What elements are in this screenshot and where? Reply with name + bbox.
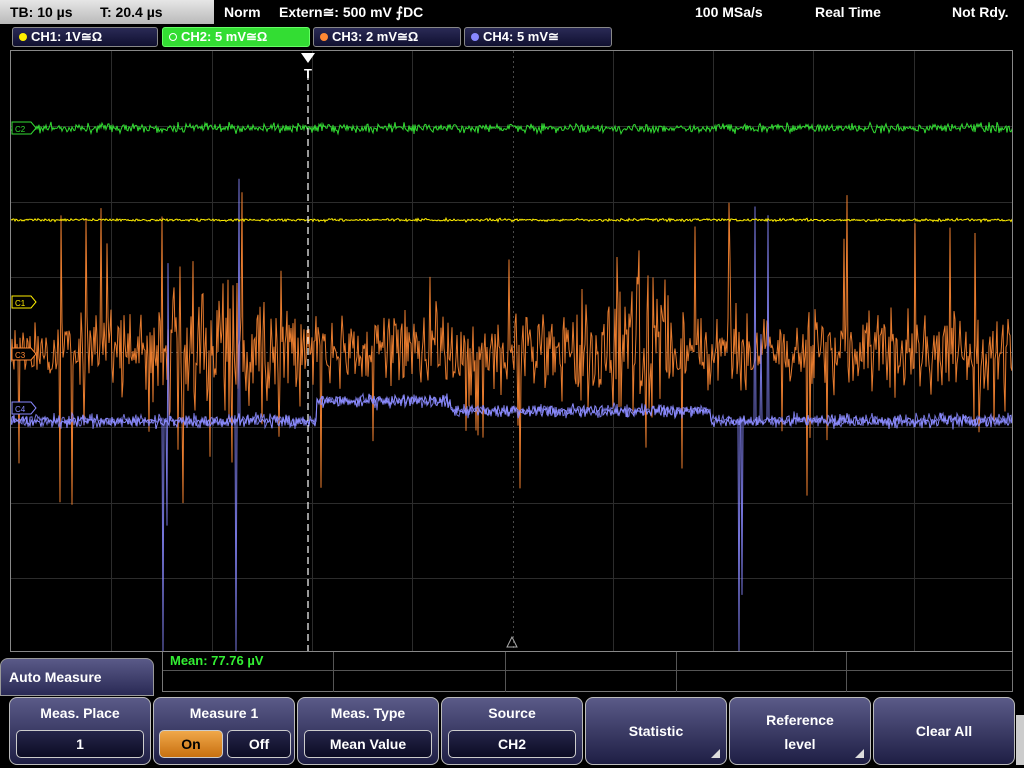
statistic-label: Statistic [628,723,684,739]
submenu-arrow-icon [855,749,864,758]
acquisition-mode: Real Time [815,4,881,20]
timebase-label: TB: 10 µs [10,4,73,20]
clear-all-softkey[interactable]: Clear All [873,697,1015,765]
meas-type-value[interactable]: Mean Value [304,730,432,758]
sample-rate: 100 MSa/s [695,4,763,20]
ch1-waveform [11,216,1012,224]
ch4-offset-marker[interactable]: C4 [11,401,37,415]
meas-type-label: Meas. Type [330,705,406,721]
source-label: Source [488,705,536,721]
trigger-source: Extern≅: 500 mV ⨍DC [279,4,424,20]
horizontal-center-marker [506,635,518,648]
reference-level-label-2: level [784,736,816,752]
waveform-display[interactable]: T C2 C1 C3 C4 [10,50,1013,652]
tab-ch3-label: CH3: 2 mV≅Ω [332,29,419,44]
ch1-offset-marker[interactable]: C1 [11,295,37,309]
timebase-box[interactable]: TB: 10 µs T: 20.4 µs [0,0,214,24]
trigger-mode: Norm [224,4,261,20]
svg-text:C1: C1 [15,299,26,308]
channel-dot-icon [19,33,27,41]
svg-text:T: T [304,66,312,81]
channel-dot-icon [169,33,177,41]
tab-ch2[interactable]: CH2: 5 mV≅Ω [162,27,310,47]
reference-level-softkey[interactable]: Reference level [729,697,871,765]
menu-title: Auto Measure [0,658,154,696]
clear-all-label: Clear All [915,723,973,739]
channel-dot-icon [320,33,328,41]
side-panel-edge [1016,715,1024,765]
measurement-results: Mean: 77.76 µV [162,652,1013,692]
meas-type-softkey[interactable]: Meas. Type Mean Value [297,697,439,765]
channel-dot-icon [471,33,479,41]
acquisition-state: Not Rdy. [952,4,1009,20]
tab-ch4[interactable]: CH4: 5 mV≅ [464,27,612,47]
tab-ch4-label: CH4: 5 mV≅ [483,29,559,44]
svg-text:C3: C3 [15,351,26,360]
source-softkey[interactable]: Source CH2 [441,697,583,765]
submenu-arrow-icon [711,749,720,758]
measure1-off-button[interactable]: Off [227,730,291,758]
status-bar: TB: 10 µs T: 20.4 µs Norm Extern≅: 500 m… [0,0,1024,24]
meas-place-value[interactable]: 1 [16,730,144,758]
reference-level-label-1: Reference [766,712,834,728]
tab-ch1[interactable]: CH1: 1V≅Ω [12,27,158,47]
ch2-waveform [11,121,1012,136]
measure1-on-button[interactable]: On [159,730,223,758]
waveform-canvas: T C2 C1 C3 C4 [11,51,1012,651]
mean-measurement: Mean: 77.76 µV [170,653,264,668]
meas-place-label: Meas. Place [40,705,120,721]
meas-place-softkey[interactable]: Meas. Place 1 [9,697,151,765]
source-value[interactable]: CH2 [448,730,576,758]
tab-ch3[interactable]: CH3: 2 mV≅Ω [313,27,461,47]
trigger-time-label: T: 20.4 µs [100,4,163,20]
svg-text:C2: C2 [15,125,26,134]
measure1-softkey[interactable]: Measure 1 On Off [153,697,295,765]
tab-ch1-label: CH1: 1V≅Ω [31,29,103,44]
svg-text:C4: C4 [15,405,26,414]
tab-ch2-label: CH2: 5 mV≅Ω [181,29,268,44]
ch2-offset-marker[interactable]: C2 [11,121,37,135]
statistic-softkey[interactable]: Statistic [585,697,727,765]
measure1-label: Measure 1 [189,705,259,721]
ch3-waveform [11,192,1012,505]
ch3-offset-marker[interactable]: C3 [11,347,37,361]
